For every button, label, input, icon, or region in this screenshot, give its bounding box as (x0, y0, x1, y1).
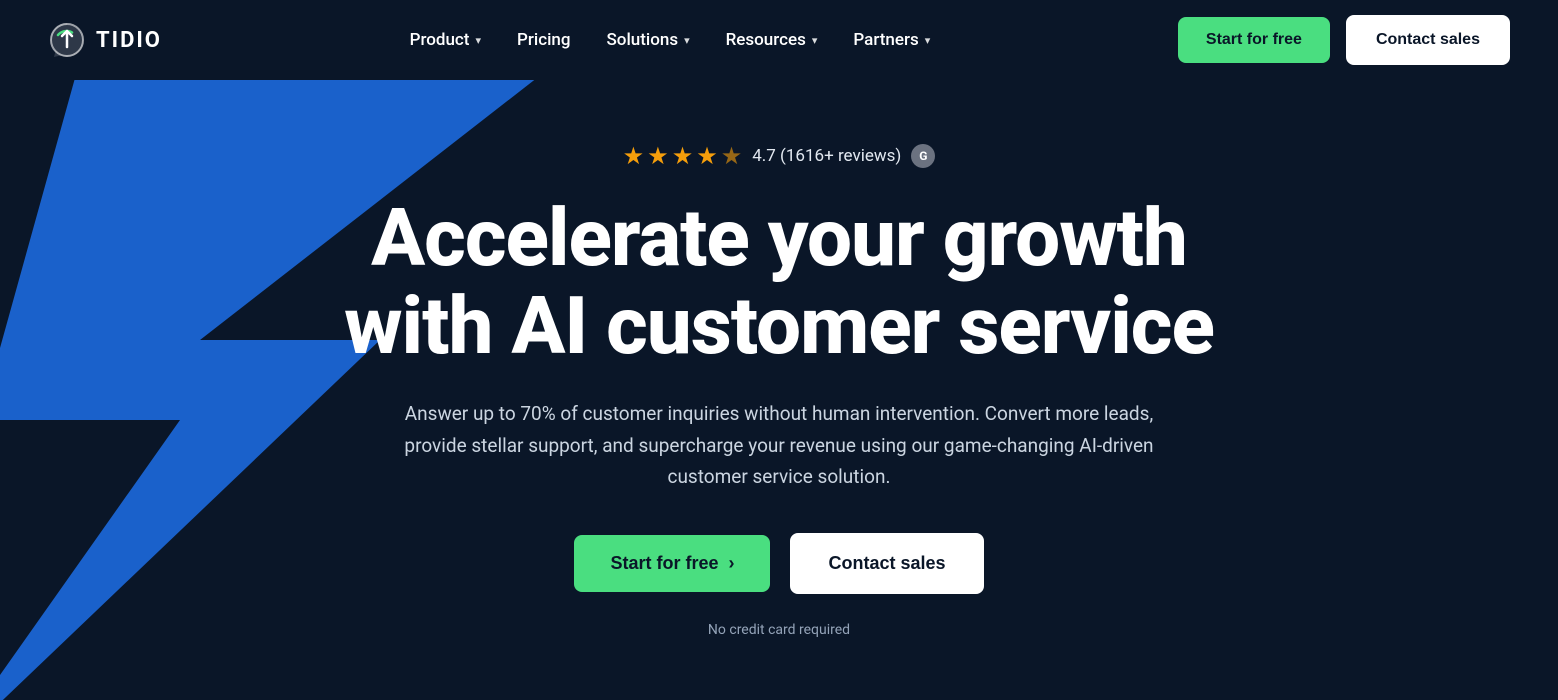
hero-section: ★ ★ ★ ★ ★ 4.7 (1616+ reviews) G Accelera… (0, 80, 1558, 700)
logo-text: TIDIO (96, 28, 162, 53)
hero-contact-button[interactable]: Contact sales (790, 533, 983, 594)
hero-start-button[interactable]: Start for free › (574, 535, 770, 592)
nav-resources[interactable]: Resources ▾ (726, 30, 818, 50)
arrow-icon: › (728, 553, 734, 574)
nav-partners[interactable]: Partners ▾ (853, 30, 930, 50)
star-1: ★ (623, 142, 645, 170)
partners-chevron-icon: ▾ (925, 34, 931, 47)
product-chevron-icon: ▾ (475, 34, 481, 47)
nav-product[interactable]: Product ▾ (410, 30, 481, 50)
no-credit-text: No credit card required (708, 622, 850, 638)
nav-actions: Start for free Contact sales (1178, 15, 1510, 65)
rating-row: ★ ★ ★ ★ ★ 4.7 (1616+ reviews) G (344, 142, 1214, 170)
nav-solutions[interactable]: Solutions ▾ (607, 30, 690, 50)
hero-subtitle: Answer up to 70% of customer inquiries w… (389, 398, 1169, 492)
star-5: ★ (721, 142, 743, 170)
hero-content: ★ ★ ★ ★ ★ 4.7 (1616+ reviews) G Accelera… (304, 142, 1254, 637)
capterra-icon: G (911, 144, 935, 168)
nav-links: Product ▾ Pricing Solutions ▾ Resources … (410, 30, 931, 50)
rating-score: 4.7 (1616+ reviews) (752, 146, 901, 166)
star-4: ★ (696, 142, 718, 170)
star-2: ★ (647, 142, 669, 170)
nav-pricing[interactable]: Pricing (517, 30, 571, 50)
solutions-chevron-icon: ▾ (684, 34, 690, 47)
resources-chevron-icon: ▾ (812, 34, 818, 47)
hero-cta-row: Start for free › Contact sales (574, 533, 983, 594)
navbar: TIDIO Product ▾ Pricing Solutions ▾ Reso… (0, 0, 1558, 80)
star-3: ★ (672, 142, 694, 170)
hero-buttons: Start for free › Contact sales No credit… (344, 533, 1214, 638)
star-rating: ★ ★ ★ ★ ★ (623, 142, 743, 170)
hero-title: Accelerate your growth with AI customer … (344, 194, 1214, 370)
logo-icon (48, 21, 86, 59)
nav-start-button[interactable]: Start for free (1178, 17, 1330, 63)
logo[interactable]: TIDIO (48, 21, 162, 59)
nav-contact-button[interactable]: Contact sales (1346, 15, 1510, 65)
